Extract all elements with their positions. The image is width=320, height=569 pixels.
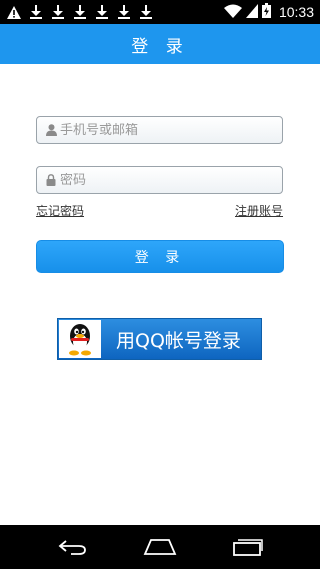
back-button[interactable] bbox=[52, 535, 92, 559]
qq-login-button[interactable]: 用QQ帐号登录 bbox=[57, 318, 262, 360]
qq-penguin-icon bbox=[69, 324, 91, 356]
register-account-link[interactable]: 注册账号 bbox=[235, 202, 283, 219]
download-icon bbox=[28, 3, 44, 21]
download-icon bbox=[138, 3, 154, 21]
account-field[interactable] bbox=[36, 116, 283, 144]
signal-icon bbox=[245, 3, 258, 22]
account-input[interactable] bbox=[60, 122, 270, 138]
recents-button[interactable] bbox=[228, 535, 268, 559]
qq-login-label: 用QQ帐号登录 bbox=[116, 330, 241, 352]
download-icon bbox=[72, 3, 88, 21]
status-time: 10:33 bbox=[278, 4, 314, 20]
forgot-password-link[interactable]: 忘记密码 bbox=[36, 202, 84, 219]
login-button[interactable]: 登 录 bbox=[36, 240, 284, 273]
lock-icon bbox=[45, 173, 57, 187]
password-field[interactable] bbox=[36, 166, 283, 194]
back-icon bbox=[58, 540, 86, 555]
download-icon bbox=[50, 3, 66, 21]
password-input[interactable] bbox=[60, 172, 270, 188]
qq-logo bbox=[59, 320, 101, 358]
recents-icon bbox=[233, 539, 263, 556]
navigation-bar bbox=[0, 525, 320, 569]
battery-icon bbox=[261, 2, 271, 22]
download-icon bbox=[116, 3, 132, 21]
page-title: 登 录 bbox=[131, 36, 189, 57]
wifi-icon bbox=[223, 3, 242, 22]
user-icon bbox=[45, 123, 57, 137]
title-bar: 登 录 bbox=[0, 24, 320, 64]
system-icons: 10:33 bbox=[223, 0, 314, 24]
home-button[interactable] bbox=[140, 535, 180, 559]
status-bar: 10:33 bbox=[0, 0, 320, 24]
home-icon bbox=[143, 539, 177, 555]
notification-icons bbox=[6, 3, 154, 21]
download-icon bbox=[94, 3, 110, 21]
warning-icon bbox=[6, 3, 22, 21]
login-button-label: 登 录 bbox=[134, 249, 186, 266]
